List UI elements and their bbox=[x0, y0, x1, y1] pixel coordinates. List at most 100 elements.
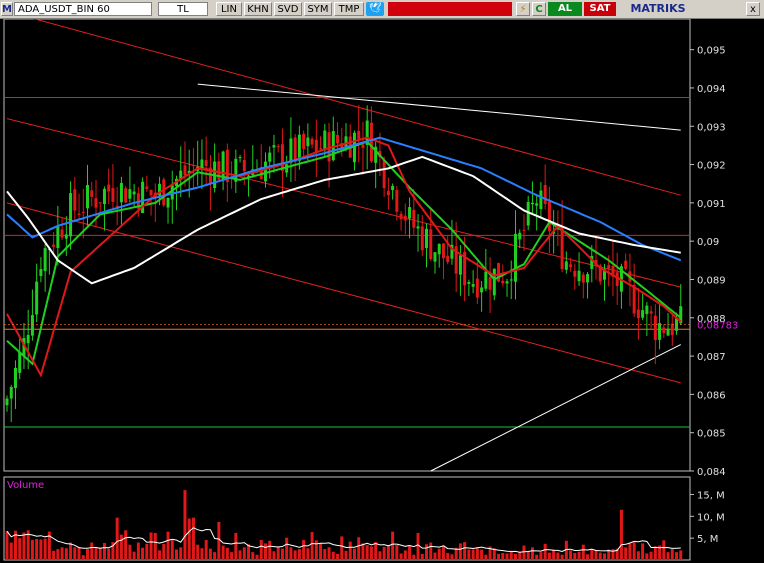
price-tick-label: 0,09 bbox=[697, 237, 719, 248]
volume-bar bbox=[340, 536, 344, 560]
candle bbox=[361, 144, 365, 148]
candle bbox=[18, 351, 22, 373]
volume-bar bbox=[310, 532, 314, 560]
volume-bar bbox=[628, 543, 632, 560]
price-chart[interactable]: 0,0950,0940,0930,0920,0910,090,0890,0880… bbox=[0, 19, 764, 563]
volume-bar bbox=[441, 545, 445, 560]
volume-tick-label: 10, M bbox=[697, 512, 725, 523]
volume-bar bbox=[425, 544, 429, 560]
volume-bar bbox=[153, 532, 157, 560]
price-tick-label: 0,087 bbox=[697, 352, 726, 363]
volume-bar bbox=[280, 548, 284, 560]
volume-bar bbox=[230, 552, 234, 560]
refresh-icon[interactable]: C bbox=[532, 2, 546, 16]
price-tick-label: 0,085 bbox=[697, 429, 726, 440]
matriks-logo: MATRIKS bbox=[630, 2, 686, 15]
volume-bar bbox=[386, 545, 390, 560]
candle bbox=[145, 186, 149, 189]
volume-bar bbox=[569, 550, 573, 560]
volume-bar bbox=[636, 551, 640, 560]
volume-bar bbox=[187, 518, 191, 560]
volume-bar bbox=[653, 546, 657, 560]
candle bbox=[446, 255, 450, 263]
volume-bar bbox=[43, 538, 47, 560]
candle bbox=[399, 213, 403, 220]
volume-bar bbox=[348, 541, 352, 560]
candle bbox=[98, 202, 102, 204]
volume-bar bbox=[543, 543, 547, 560]
candle bbox=[564, 261, 568, 270]
volume-bar bbox=[361, 543, 365, 560]
buy-button[interactable]: AL bbox=[548, 2, 582, 16]
candle bbox=[107, 184, 111, 192]
candle bbox=[484, 271, 488, 289]
volume-bar bbox=[416, 532, 420, 560]
candle bbox=[200, 159, 204, 169]
price-tick-label: 0,086 bbox=[697, 390, 726, 401]
volume-bar bbox=[666, 552, 670, 560]
volume-bar bbox=[535, 554, 539, 560]
volume-bar bbox=[234, 532, 238, 560]
volume-bar bbox=[289, 547, 293, 560]
volume-bar bbox=[509, 550, 513, 560]
volume-bar bbox=[179, 547, 183, 560]
candle bbox=[69, 193, 73, 237]
price-tick-label: 0,084 bbox=[697, 467, 726, 478]
candle bbox=[480, 287, 484, 293]
candle bbox=[632, 284, 636, 314]
volume-bar bbox=[98, 547, 102, 560]
volume-bar bbox=[679, 550, 683, 560]
sell-button[interactable]: SAT bbox=[584, 2, 616, 16]
twitter-icon[interactable]: 🕊 bbox=[366, 2, 384, 16]
volume-bar bbox=[590, 549, 594, 560]
currency-field[interactable]: TL bbox=[158, 2, 208, 16]
volume-bar bbox=[467, 549, 471, 560]
volume-bar bbox=[268, 540, 272, 560]
volume-bar bbox=[175, 549, 178, 560]
candle bbox=[636, 309, 640, 319]
candle bbox=[30, 315, 34, 336]
candle bbox=[90, 190, 94, 197]
volume-bar bbox=[124, 530, 128, 560]
candle bbox=[111, 188, 115, 202]
volume-bar bbox=[242, 547, 246, 560]
volume-bar bbox=[526, 551, 530, 560]
candle bbox=[429, 229, 433, 260]
candle bbox=[649, 311, 653, 314]
candle bbox=[471, 284, 475, 287]
volume-bar bbox=[18, 538, 22, 560]
volume-bar bbox=[102, 542, 106, 560]
candle bbox=[408, 207, 412, 219]
volume-bar bbox=[166, 531, 170, 560]
volume-bar bbox=[251, 552, 255, 560]
tmp-button[interactable]: TMP bbox=[334, 2, 364, 16]
volume-bar bbox=[319, 543, 323, 560]
lin-button[interactable]: LIN bbox=[216, 2, 242, 16]
close-icon[interactable]: x bbox=[746, 2, 760, 16]
volume-bar bbox=[77, 547, 81, 560]
candle bbox=[310, 138, 314, 145]
candle bbox=[675, 318, 679, 331]
price-tick-label: 0,093 bbox=[697, 122, 726, 133]
candle bbox=[191, 165, 195, 167]
volume-bar bbox=[69, 542, 73, 560]
volume-bar bbox=[297, 549, 301, 560]
candle bbox=[488, 277, 492, 290]
candle bbox=[162, 179, 166, 206]
volume-bar bbox=[391, 531, 395, 560]
lightning-icon[interactable]: ⚡ bbox=[516, 2, 530, 16]
volume-bar bbox=[225, 547, 229, 560]
sym-button[interactable]: SYM bbox=[304, 2, 332, 16]
menu-icon[interactable]: M bbox=[1, 2, 13, 16]
candle bbox=[662, 327, 666, 333]
volume-bar bbox=[577, 551, 581, 560]
symbol-field[interactable]: ADA_USDT_BIN 60 bbox=[14, 2, 152, 16]
volume-bar bbox=[641, 543, 645, 560]
volume-bar bbox=[213, 552, 217, 560]
volume-bar bbox=[30, 539, 34, 560]
candle bbox=[670, 323, 674, 336]
svd-button[interactable]: SVD bbox=[274, 2, 302, 16]
candle bbox=[102, 188, 106, 205]
khn-button[interactable]: KHN bbox=[244, 2, 272, 16]
volume-bar bbox=[247, 544, 251, 560]
